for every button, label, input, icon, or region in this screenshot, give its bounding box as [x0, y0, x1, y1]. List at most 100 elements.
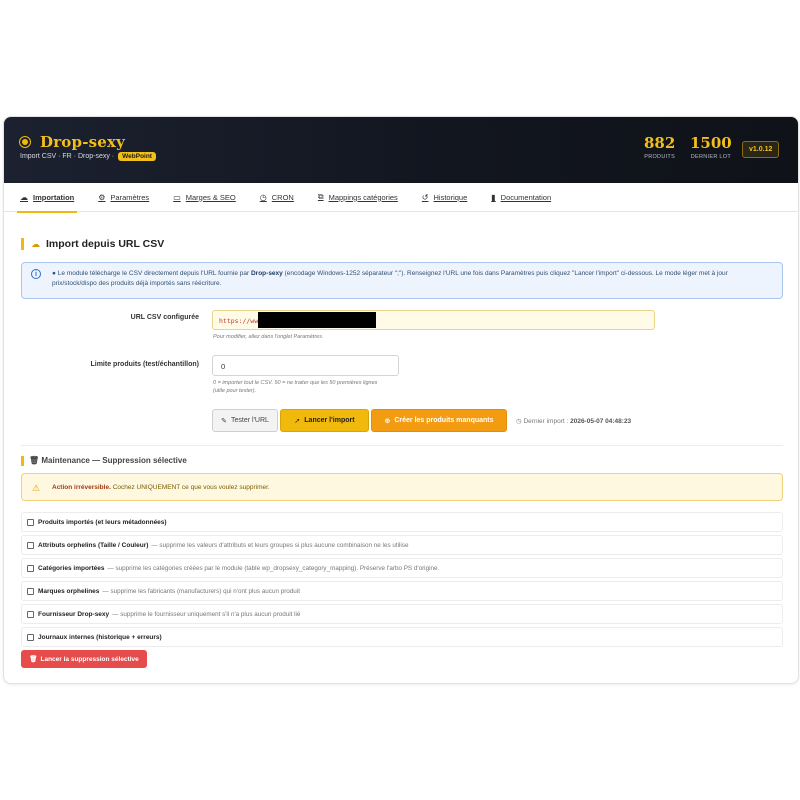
import-title-text: Import depuis URL CSV — [46, 238, 165, 250]
warning-alert: ⚠ Action irréversible. Cochez UNIQUEMENT… — [21, 473, 783, 501]
plus-circle-icon: ⊕ — [384, 417, 391, 425]
tab-parametres[interactable]: ⚙ Paramètres — [98, 183, 149, 212]
option-label: Catégories importées — [38, 564, 105, 572]
stat-products-label: PRODUITS — [644, 154, 676, 160]
option-desc: — supprime les catégories créées par le … — [107, 564, 440, 572]
redaction-block — [258, 312, 376, 328]
checkbox[interactable] — [27, 564, 34, 572]
gear-icon: ⚙ — [98, 192, 106, 202]
cloud-upload-icon: ☁ — [20, 192, 28, 202]
module-title: Drop-sexy — [40, 133, 126, 151]
limit-help: 0 = importer tout le CSV. 50 = ne traite… — [213, 379, 377, 395]
launch-import-label: Lancer l'import — [304, 417, 355, 424]
warning-strong: Action irréversible. — [52, 484, 111, 491]
tab-importation[interactable]: ☁ Importation — [16, 183, 78, 213]
option-supplier[interactable]: Fournisseur Drop-sexy — supprime le four… — [21, 604, 783, 624]
tab-documentation[interactable]: ▮ Documentation — [491, 183, 551, 212]
maintenance-title-text: Maintenance — Suppression sélective — [41, 456, 187, 465]
option-desc: — supprime les fabricants (manufacturers… — [102, 587, 300, 595]
delete-selected-button[interactable]: 🗑 Lancer la suppression sélective — [21, 650, 147, 668]
option-label: Fournisseur Drop-sexy — [38, 610, 110, 618]
tab-cron[interactable]: ◷ CRON — [260, 183, 294, 212]
info-bullet-icon: ● — [52, 270, 56, 277]
test-url-button[interactable]: ✎ Tester l'URL — [212, 409, 278, 432]
warning-text: Action irréversible. Cochez UNIQUEMENT c… — [52, 484, 270, 491]
info-prefix: Le module télécharge le CSV directement … — [57, 270, 250, 277]
book-icon: ▮ — [491, 192, 496, 202]
money-icon: ▭ — [173, 192, 181, 202]
checkbox[interactable] — [27, 633, 34, 641]
option-label: Marques orphelines — [38, 587, 100, 595]
version-badge: v1.0.12 — [742, 141, 780, 158]
limit-input[interactable]: 0 — [212, 355, 399, 376]
clock-icon: ◷ — [516, 418, 522, 425]
brand: Drop-sexy — [18, 133, 125, 151]
option-desc: — supprime les valeurs d'attributs et le… — [151, 541, 409, 549]
delete-selected-label: Lancer la suppression sélective — [40, 655, 139, 663]
tab-mappings[interactable]: ⧉ Mappings catégories — [318, 183, 398, 212]
option-orphan-attributes[interactable]: Attributs orphelins (Taille / Couleur) —… — [21, 535, 783, 555]
limit-label: Limite produits (test/échantillon) — [90, 361, 199, 368]
checkbox[interactable] — [27, 610, 34, 618]
info-alert: i ● Le module télécharge le CSV directem… — [21, 262, 783, 299]
tab-label: CRON — [271, 192, 294, 202]
module-subtitle: Import CSV · FR · Drop-sexy · WebPoint — [20, 152, 156, 161]
option-label: Produits importés (et leurs métadonnées) — [38, 518, 167, 526]
tab-label: Importation — [33, 192, 75, 202]
module-panel: Drop-sexy Import CSV · FR · Drop-sexy · … — [3, 116, 799, 684]
last-import-info: ◷ Dernier import : 2026-05-07 04:48:23 — [516, 417, 631, 425]
url-label: URL CSV configurée — [130, 314, 199, 321]
tab-label: Marges & SEO — [185, 192, 236, 202]
tab-bar: ☁ Importation ⚙ Paramètres ▭ Marges & SE… — [4, 183, 798, 213]
info-text: ● Le module télécharge le CSV directemen… — [52, 269, 774, 289]
option-logs[interactable]: Journaux internes (historique + erreurs) — [21, 627, 783, 647]
stat-last-batch-value: 1500 — [690, 134, 732, 152]
option-orphan-brands[interactable]: Marques orphelines — supprime les fabric… — [21, 581, 783, 601]
limit-help-line-2: (utile pour tester). — [213, 388, 257, 394]
option-label: Journaux internes (historique + erreurs) — [38, 633, 162, 641]
option-categories[interactable]: Catégories importées — supprime les caté… — [21, 558, 783, 578]
test-url-label: Tester l'URL — [230, 417, 269, 424]
import-section-title: ☁ Import depuis URL CSV — [21, 238, 164, 250]
tab-marges-seo[interactable]: ▭ Marges & SEO — [173, 183, 236, 212]
info-icon: i — [31, 269, 41, 279]
tab-historique[interactable]: ↺ Historique — [422, 183, 467, 212]
warning-body: Cochez UNIQUEMENT ce que vous voulez sup… — [112, 484, 270, 491]
webpoint-badge: WebPoint — [118, 152, 156, 161]
cloud-upload-icon: ☁ — [31, 238, 40, 249]
clock-icon: ◷ — [259, 192, 267, 202]
stat-products-value: 882 — [644, 134, 676, 152]
rocket-icon: ➚ — [294, 417, 301, 425]
create-missing-products-button[interactable]: ⊕ Créer les produits manquants — [371, 409, 507, 432]
tab-label: Historique — [433, 192, 468, 202]
stat-products: 882 PRODUITS — [644, 135, 675, 160]
stat-last-batch-label: DERNIER LOT — [690, 154, 732, 160]
create-missing-label: Créer les produits manquants — [394, 417, 494, 424]
coin-icon — [20, 137, 30, 147]
checkbox[interactable] — [27, 541, 34, 549]
tab-label: Documentation — [500, 192, 552, 202]
tab-label: Mappings catégories — [328, 192, 398, 202]
option-label: Attributs orphelins (Taille / Couleur) — [38, 541, 149, 549]
tab-label: Paramètres — [110, 192, 150, 202]
link-icon: ✎ — [221, 417, 227, 425]
option-desc: — supprime le fournisseur uniquement s'i… — [112, 610, 301, 618]
option-products[interactable]: Produits importés (et leurs métadonnées) — [21, 512, 783, 532]
history-icon: ↺ — [421, 192, 429, 202]
section-divider — [21, 445, 783, 446]
checkbox[interactable] — [27, 587, 34, 595]
info-brand: Drop-sexy — [250, 270, 283, 277]
last-import-label: Dernier import : — [523, 418, 569, 425]
url-help: Pour modifier, allez dans l'onglet Param… — [213, 334, 324, 340]
launch-import-button[interactable]: ➚ Lancer l'import — [280, 409, 369, 432]
checkbox[interactable] — [27, 518, 34, 526]
sitemap-icon: ⧉ — [317, 192, 324, 201]
maintenance-title: 🗑 Maintenance — Suppression sélective — [21, 456, 187, 466]
limit-help-line-1: 0 = importer tout le CSV. 50 = ne traite… — [213, 380, 378, 386]
module-header: Drop-sexy Import CSV · FR · Drop-sexy · … — [4, 117, 798, 183]
trash-icon: 🗑 — [29, 656, 38, 663]
stat-last-batch: 1500 DERNIER LOT — [690, 135, 732, 160]
trash-icon: 🗑 — [29, 456, 40, 465]
warning-icon: ⚠ — [32, 483, 41, 493]
subtitle-text: Import CSV · FR · Drop-sexy · — [20, 153, 115, 160]
